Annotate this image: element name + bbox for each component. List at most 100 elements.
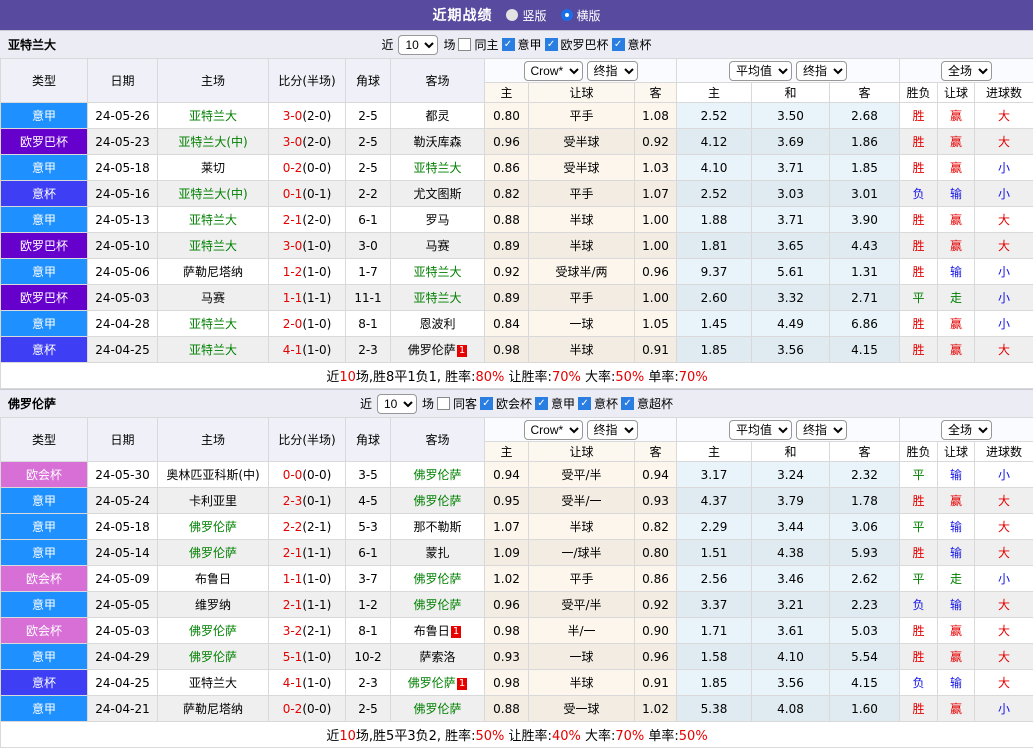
score[interactable]: 4-1(1-0) [269,670,346,696]
score[interactable]: 2-1(1-1) [269,540,346,566]
score[interactable]: 0-2(0-0) [269,696,346,722]
home-team[interactable]: 马赛 [158,285,269,311]
home-team[interactable]: 亚特兰大(中) [158,181,269,207]
result-handicap: 赢 [938,618,975,644]
odds-source-select[interactable]: Crow* [524,420,583,440]
score[interactable]: 3-0(2-0) [269,103,346,129]
odds-source-select[interactable]: 平均值 [729,61,792,81]
score[interactable]: 2-0(1-0) [269,311,346,337]
away-team[interactable]: 马赛 [391,233,485,259]
away-team[interactable]: 罗马 [391,207,485,233]
avg-draw-odds: 3.32 [752,285,830,311]
league-checkbox[interactable]: ✓ [545,38,558,51]
away-team[interactable]: 勒沃库森 [391,129,485,155]
score[interactable]: 5-1(1-0) [269,644,346,670]
away-team[interactable]: 佛罗伦萨 [391,696,485,722]
result-goals: 小 [975,566,1033,592]
score[interactable]: 4-1(1-0) [269,337,346,363]
match-count-select[interactable]: 10 [377,394,417,414]
result-outcome: 胜 [900,311,938,337]
home-team[interactable]: 佛罗伦萨 [158,618,269,644]
home-team[interactable]: 卡利亚里 [158,488,269,514]
home-team[interactable]: 萨勒尼塔纳 [158,696,269,722]
league-checkbox[interactable]: ✓ [621,397,634,410]
away-team[interactable]: 佛罗伦萨 [391,488,485,514]
away-team[interactable]: 亚特兰大 [391,155,485,181]
home-team[interactable]: 维罗纳 [158,592,269,618]
league-checkbox[interactable]: ✓ [578,397,591,410]
score[interactable]: 2-2(2-1) [269,514,346,540]
home-team[interactable]: 亚特兰大 [158,233,269,259]
odds-source-select[interactable]: Crow* [524,61,583,81]
home-team[interactable]: 亚特兰大 [158,311,269,337]
result-goals: 小 [975,181,1033,207]
home-team[interactable]: 奥林匹亚科斯(中) [158,462,269,488]
away-team[interactable]: 亚特兰大 [391,285,485,311]
score[interactable]: 1-1(1-0) [269,566,346,592]
away-team[interactable]: 佛罗伦萨1 [391,670,485,696]
away-team[interactable]: 萨索洛 [391,644,485,670]
home-team[interactable]: 亚特兰大 [158,670,269,696]
score[interactable]: 0-1(0-1) [269,181,346,207]
away-team[interactable]: 都灵 [391,103,485,129]
home-team[interactable]: 佛罗伦萨 [158,540,269,566]
away-team[interactable]: 蒙扎 [391,540,485,566]
score[interactable]: 1-1(1-1) [269,285,346,311]
odds-source-select[interactable]: 平均值 [729,420,792,440]
league-label: 意超杯 [637,395,673,412]
handicap-line: 受半球 [529,129,635,155]
away-team[interactable]: 布鲁日1 [391,618,485,644]
avg-away-odds: 1.86 [830,129,900,155]
avg-home-odds: 1.85 [677,337,752,363]
odds-source-select[interactable]: 终指 [796,61,847,81]
radio-selected-icon[interactable] [561,9,573,21]
record-summary: 近10场,胜8平1负1, 胜率:80% 让胜率:70% 大率:50% 单率:70… [1,363,1033,389]
home-team[interactable]: 亚特兰大 [158,207,269,233]
odds-source-select[interactable]: 终指 [587,420,638,440]
column-header: 客场 [391,59,485,103]
home-team[interactable]: 佛罗伦萨 [158,514,269,540]
home-team[interactable]: 佛罗伦萨 [158,644,269,670]
away-team[interactable]: 亚特兰大 [391,259,485,285]
away-team[interactable]: 佛罗伦萨 [391,566,485,592]
odds-source-select[interactable]: 终指 [587,61,638,81]
layout-radio-horizontal[interactable]: 横版 [561,7,601,24]
match-date: 24-05-14 [88,540,158,566]
league-checkbox[interactable]: ✓ [480,397,493,410]
league-checkbox[interactable]: ✓ [502,38,515,51]
odds-source-select[interactable]: 终指 [796,420,847,440]
match-count-select[interactable]: 10 [398,35,438,55]
layout-radio-vertical[interactable]: 竖版 [506,7,546,24]
home-team[interactable]: 亚特兰大 [158,337,269,363]
score[interactable]: 2-1(1-1) [269,592,346,618]
score[interactable]: 2-3(0-1) [269,488,346,514]
red-card-badge: 1 [457,678,467,690]
score[interactable]: 2-1(2-0) [269,207,346,233]
home-team[interactable]: 布鲁日 [158,566,269,592]
score[interactable]: 3-0(2-0) [269,129,346,155]
same-venue-checkbox[interactable] [458,38,471,51]
result-outcome: 平 [900,462,938,488]
radio-unselected-icon[interactable] [506,9,518,21]
home-team[interactable]: 萨勒尼塔纳 [158,259,269,285]
corner-score: 1-7 [346,259,391,285]
away-team[interactable]: 佛罗伦萨1 [391,337,485,363]
league-checkbox[interactable]: ✓ [535,397,548,410]
score[interactable]: 0-0(0-0) [269,462,346,488]
away-team[interactable]: 佛罗伦萨 [391,462,485,488]
league-checkbox[interactable]: ✓ [612,38,625,51]
away-team[interactable]: 佛罗伦萨 [391,592,485,618]
score[interactable]: 0-2(0-0) [269,155,346,181]
home-team[interactable]: 亚特兰大 [158,103,269,129]
away-team[interactable]: 尤文图斯 [391,181,485,207]
odds-source-select[interactable]: 全场 [941,61,992,81]
score[interactable]: 3-0(1-0) [269,233,346,259]
score[interactable]: 3-2(2-1) [269,618,346,644]
home-team[interactable]: 亚特兰大(中) [158,129,269,155]
home-team[interactable]: 莱切 [158,155,269,181]
away-team[interactable]: 恩波利 [391,311,485,337]
away-team[interactable]: 那不勒斯 [391,514,485,540]
same-venue-checkbox[interactable] [437,397,450,410]
odds-source-select[interactable]: 全场 [941,420,992,440]
score[interactable]: 1-2(1-0) [269,259,346,285]
